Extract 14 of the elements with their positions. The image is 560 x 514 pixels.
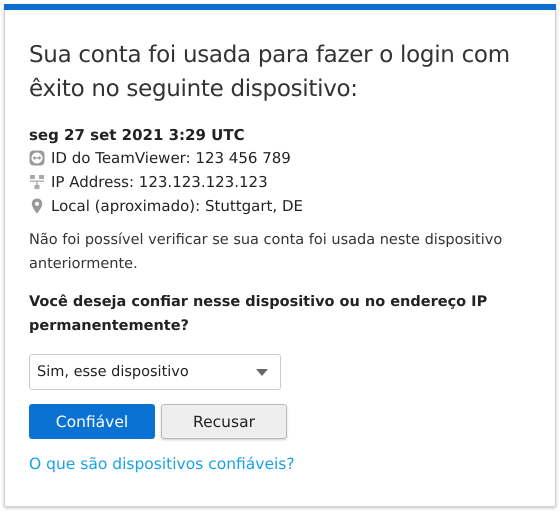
detail-text: ID do TeamViewer: 123 456 789 bbox=[51, 148, 291, 169]
trust-dropdown[interactable]: Sim, esse dispositivo bbox=[29, 354, 281, 390]
location-pin-icon bbox=[29, 198, 45, 214]
teamviewer-icon bbox=[29, 150, 45, 166]
trust-question: Você deseja confiar nesse dispositivo ou no endereço IP permanentemente? bbox=[29, 293, 488, 336]
caret-icon bbox=[256, 368, 268, 376]
detail-text: Local (aproximado): Stuttgart, DE bbox=[51, 196, 303, 217]
trust-button[interactable]: Confiável bbox=[29, 404, 155, 439]
login-date: seg 27 set 2021 3:29 UTC bbox=[29, 125, 246, 146]
notice-text: Não foi possível verificar se sua conta foi usada neste dispositivo anteriormente. bbox=[29, 231, 504, 274]
heading: Sua conta foi usada para fazer o login com êxito no seguinte dispositivo: bbox=[29, 41, 511, 104]
decline-button[interactable]: Recusar bbox=[161, 404, 287, 439]
detail-text: IP Address: 123.123.123.123 bbox=[51, 172, 268, 193]
network-icon bbox=[29, 174, 45, 190]
